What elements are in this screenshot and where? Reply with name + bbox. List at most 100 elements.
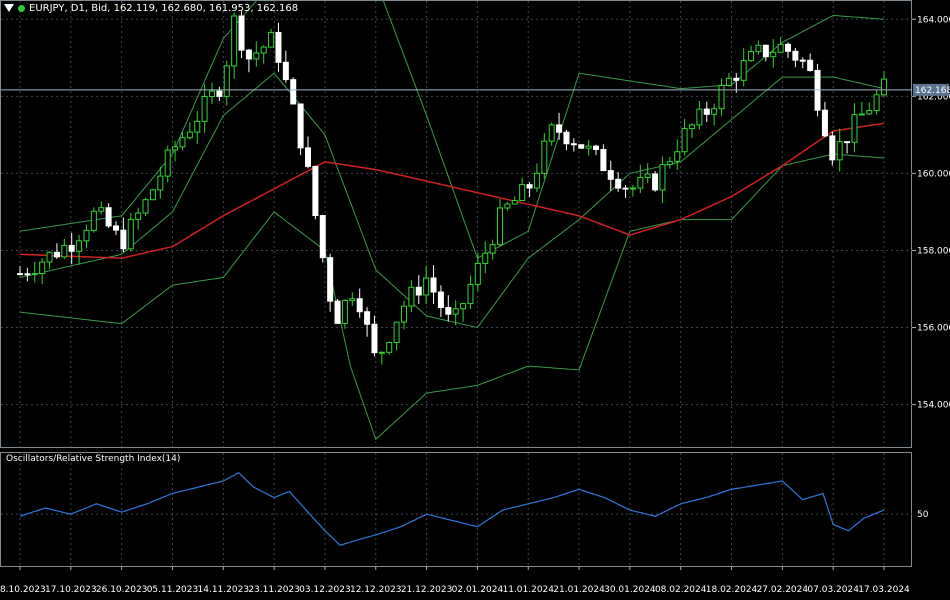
bearish-candle	[600, 149, 607, 172]
bullish-candle	[777, 43, 784, 53]
bullish-candle	[474, 262, 481, 285]
bullish-candle	[504, 203, 511, 209]
bullish-candle	[401, 305, 407, 323]
bullish-candle	[341, 299, 348, 324]
bullish-candle	[866, 110, 873, 115]
bearish-candle	[578, 144, 585, 149]
bullish-candle	[201, 95, 208, 122]
bullish-candle	[696, 108, 703, 126]
bullish-candle	[674, 151, 681, 163]
current-price-label: 162.168	[915, 86, 950, 96]
bearish-candle	[364, 311, 371, 325]
date-tick-label: 18.02.2024	[706, 585, 758, 595]
date-tick-label: 07.03.2024	[807, 585, 859, 595]
bullish-candle	[90, 210, 97, 231]
bearish-candle	[652, 173, 659, 191]
bearish-candle	[526, 184, 533, 189]
collapse-triangle-icon[interactable]	[4, 4, 14, 12]
bearish-candle	[24, 273, 31, 276]
bearish-candle	[430, 277, 437, 293]
price-tick-label: 164.000	[917, 15, 950, 25]
bearish-candle	[105, 207, 112, 227]
date-tick-label: 30.01.2024	[604, 585, 656, 595]
bullish-candle	[718, 85, 725, 110]
date-tick-label: 08.02.2024	[655, 585, 707, 595]
bearish-candle	[275, 31, 282, 63]
bullish-candle	[585, 145, 592, 149]
symbol-header: EURJPY, D1, Bid, 162.119, 162.680, 161.9…	[0, 0, 298, 16]
bearish-candle	[733, 77, 740, 81]
bullish-candle	[186, 131, 193, 139]
rsi-line	[19, 471, 885, 546]
bollinger-middle-line	[19, 72, 885, 329]
bullish-candle	[659, 163, 666, 191]
bearish-candle	[556, 124, 563, 133]
bullish-candle	[467, 283, 474, 305]
bullish-candle	[386, 341, 393, 353]
bearish-candle	[762, 44, 769, 58]
date-tick-label: 17.03.2024	[858, 585, 910, 595]
bullish-candle	[253, 52, 260, 60]
bearish-candle	[120, 229, 127, 250]
bearish-candle	[319, 215, 326, 259]
bullish-candle	[142, 199, 149, 214]
bullish-candle	[179, 137, 186, 148]
bullish-candle	[423, 277, 430, 296]
date-tick-label: 21.01.2024	[553, 585, 605, 595]
bullish-candle	[194, 120, 201, 133]
bullish-candle	[740, 60, 747, 81]
bullish-candle	[231, 15, 238, 67]
date-tick-label: 11.01.2024	[502, 585, 554, 595]
bearish-candle	[785, 43, 791, 52]
bullish-candle	[135, 212, 142, 220]
bullish-candle	[408, 286, 415, 307]
bollinger-lower-line	[19, 153, 885, 441]
bearish-candle	[829, 135, 836, 161]
rsi-panel-border	[0, 452, 912, 567]
bearish-candle	[334, 300, 341, 324]
bearish-candle	[305, 147, 311, 167]
bearish-candle	[282, 61, 289, 81]
bullish-candle	[644, 173, 651, 178]
bullish-candle	[127, 218, 134, 250]
rsi-level-label: 50	[917, 510, 929, 520]
date-tick-label: 12.12.2023	[350, 585, 402, 595]
bearish-candle	[445, 306, 452, 315]
bearish-candle	[312, 165, 319, 217]
bullish-candle	[511, 199, 518, 205]
bearish-candle	[297, 103, 304, 149]
date-tick-label: 02.01.2024	[452, 585, 504, 595]
bearish-candle	[563, 131, 570, 145]
bullish-candle	[149, 189, 156, 201]
bullish-candle	[349, 298, 356, 301]
date-tick-label: 26.10.2023	[96, 585, 148, 595]
bearish-candle	[113, 225, 119, 231]
bullish-candle	[629, 187, 636, 190]
bearish-candle	[607, 170, 614, 180]
bullish-candle	[98, 207, 105, 212]
price-tick-label: 156.000	[917, 324, 950, 334]
bullish-candle	[497, 207, 503, 246]
bullish-candle	[268, 31, 275, 48]
bullish-candle	[482, 252, 489, 264]
date-tick-label: 21.12.2023	[401, 585, 453, 595]
moving-average-line	[19, 122, 885, 259]
bullish-candle	[393, 321, 400, 343]
bearish-candle	[216, 90, 223, 97]
price-tick-label: 158.000	[917, 246, 950, 256]
bullish-candle	[61, 244, 68, 258]
bullish-candle	[548, 124, 555, 142]
bullish-candle	[164, 149, 171, 177]
bearish-candle	[371, 323, 378, 354]
chart-window: 164.000162.000160.000158.000156.000154.0…	[0, 0, 950, 600]
date-tick-label: 08.10.2023	[0, 585, 46, 595]
bullish-candle	[157, 175, 164, 191]
bullish-candle	[770, 51, 777, 58]
bullish-candle	[46, 251, 53, 263]
main-panel-border	[0, 0, 912, 448]
bearish-candle	[799, 59, 806, 62]
chart-canvas[interactable]: 164.000162.000160.000158.000156.000154.0…	[0, 0, 950, 600]
bearish-candle	[593, 145, 599, 151]
bullish-candle	[209, 90, 215, 97]
bearish-candle	[622, 187, 629, 190]
